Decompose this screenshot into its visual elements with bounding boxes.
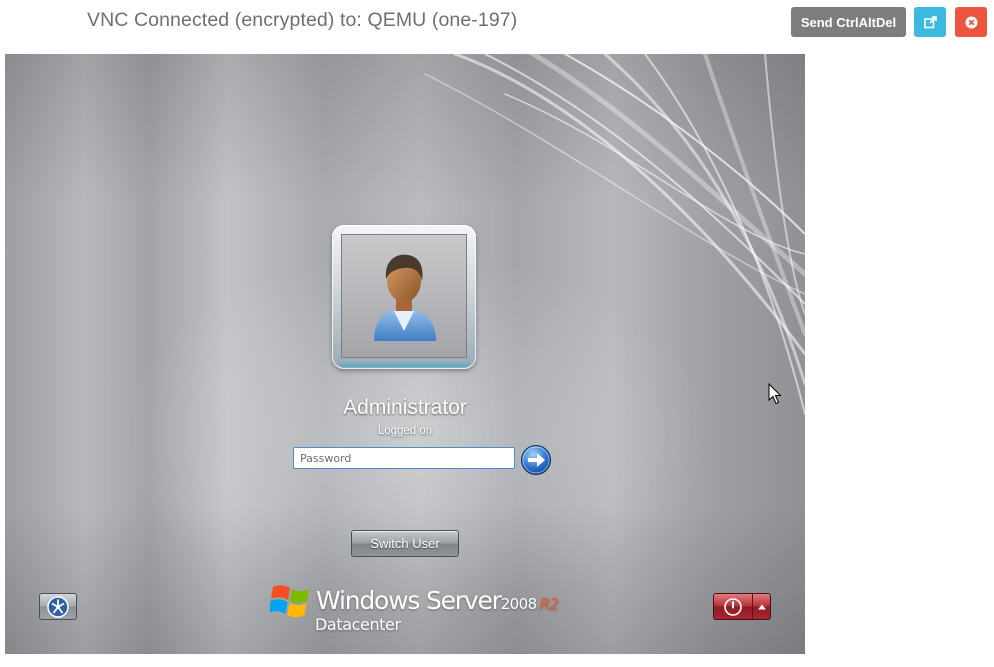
vnc-connection-title: VNC Connected (encrypted) to: QEMU (one-… [87, 9, 518, 31]
submit-login-button[interactable] [520, 444, 552, 476]
close-connection-button[interactable] [955, 7, 987, 37]
shutdown-button[interactable] [714, 594, 753, 619]
arrow-right-icon [521, 445, 551, 475]
product-version: 2008 [500, 595, 537, 613]
user-name: Administrator [343, 396, 467, 419]
product-name: Windows Server [316, 586, 502, 615]
open-new-window-button[interactable] [914, 7, 946, 37]
ease-of-access-button[interactable] [39, 593, 77, 620]
user-avatar-icon [374, 254, 436, 341]
shutdown-options-button[interactable] [753, 594, 770, 619]
switch-user-button[interactable]: Switch User [351, 530, 459, 557]
password-input[interactable] [293, 447, 515, 469]
triangle-up-icon [757, 604, 766, 609]
product-release: R2 [539, 595, 559, 613]
shutdown-control [713, 593, 771, 620]
external-link-icon [923, 15, 937, 28]
power-icon [724, 597, 742, 616]
close-circle-icon [965, 16, 977, 28]
product-logo-text: Windows Server2008 R2 [316, 586, 559, 615]
user-tile[interactable] [332, 225, 476, 369]
user-status: Logged on [377, 425, 433, 437]
product-edition: Datacenter [315, 615, 401, 634]
send-ctrlaltdel-button[interactable]: Send CtrlAltDel [791, 7, 906, 37]
mouse-cursor-icon [768, 383, 782, 405]
windows-flag-logo [270, 585, 309, 618]
ease-of-access-icon [47, 595, 69, 618]
user-picture-frame [341, 234, 467, 358]
remote-desktop-screen[interactable]: Administrator Logged on Switch User Wind… [5, 54, 805, 654]
